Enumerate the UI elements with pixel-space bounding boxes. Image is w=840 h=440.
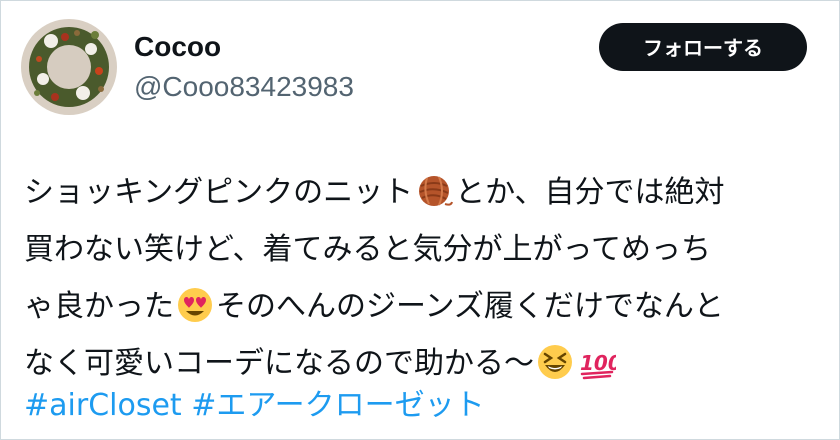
tweet-line-3: ゃ良かった そのへんのジーンズ履くだけでなんと	[24, 278, 824, 335]
follow-button[interactable]: フォローする	[599, 23, 807, 71]
tweet-text: ショッキングピンクのニット とか、自分では絶対 買わない笑けど、着てみると気分が…	[24, 164, 824, 392]
wreath-avatar-icon	[21, 19, 117, 115]
hashtags: #airCloset #エアークローゼット	[24, 381, 485, 431]
tweet-line-1: ショッキングピンクのニット とか、自分では絶対	[24, 164, 824, 221]
tweet-segment: ゃ良かった	[24, 289, 174, 324]
tweet-line-2: 買わない笑けど、着てみると気分が上がってめっち	[24, 221, 824, 278]
hashtag-air-closet-jp[interactable]: #エアークローゼット	[191, 388, 484, 423]
tweet-segment: なく可愛いコーデになるので助かる〜	[24, 346, 534, 381]
tweet-card: Cocoo @Cooo83423983 フォローする ショッキングピンクのニット…	[0, 0, 840, 440]
hashtag-aircloset[interactable]: #airCloset	[24, 388, 182, 423]
tweet-segment: とか、自分では絶対	[455, 175, 725, 210]
tweet-segment: そのへんのジーンズ履くだけでなんと	[216, 289, 724, 324]
display-name[interactable]: Cocoo	[134, 29, 221, 65]
grinning-squinting-emoji-icon	[536, 343, 574, 381]
tweet-segment: ショッキングピンクのニット	[24, 175, 414, 210]
tweet-segment: 買わない笑けど、着てみると気分が上がってめっち	[24, 232, 711, 267]
hundred-points-emoji-icon: 100	[578, 343, 616, 381]
avatar[interactable]	[21, 19, 117, 115]
user-handle[interactable]: @Cooo83423983	[134, 69, 354, 105]
yarn-emoji-icon	[415, 172, 454, 210]
heart-eyes-emoji-icon	[176, 286, 214, 324]
